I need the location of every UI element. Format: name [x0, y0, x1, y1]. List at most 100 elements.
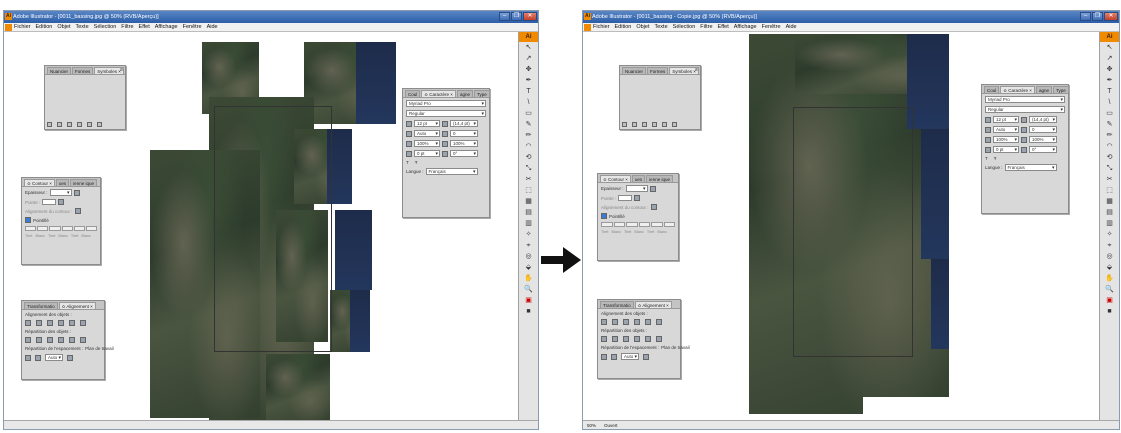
menu-edition[interactable]: Edition: [615, 24, 632, 30]
hand-tool-icon[interactable]: ✋: [523, 274, 535, 283]
distribute-hcenter-icon[interactable]: [69, 337, 75, 343]
font-size-field[interactable]: 12 pt: [993, 116, 1019, 123]
vertical-scale-field[interactable]: 100%: [993, 136, 1019, 143]
symbol-library-icon[interactable]: [622, 122, 627, 127]
dashed-checkbox[interactable]: [25, 217, 31, 223]
panel-menu-icon[interactable]: ≡: [120, 67, 123, 73]
align-stroke-icon[interactable]: [74, 208, 81, 214]
free-transform-tool-icon[interactable]: ⬚: [523, 186, 535, 195]
free-transform-tool-icon[interactable]: ⬚: [1104, 186, 1116, 195]
align-top-icon[interactable]: [58, 320, 64, 326]
align-stroke-icon[interactable]: [650, 204, 657, 210]
tab-paragraphe[interactable]: agne: [1035, 86, 1052, 93]
distribute-bottom-icon[interactable]: [47, 337, 53, 343]
mesh-tool-icon[interactable]: ▤: [1104, 208, 1116, 217]
graph-tool-icon[interactable]: ▦: [523, 197, 535, 206]
kerning-field[interactable]: Auto: [993, 126, 1019, 133]
menu-objet[interactable]: Objet: [57, 24, 70, 30]
fill-stroke-icon[interactable]: ▣: [523, 296, 535, 305]
baseline-field[interactable]: 0 pt: [993, 146, 1019, 153]
tracking-field[interactable]: 0: [1029, 126, 1057, 133]
pencil-tool-icon[interactable]: ✏: [523, 131, 535, 140]
distribute-bottom-icon[interactable]: [623, 336, 629, 342]
rectangle-tool-icon[interactable]: ▭: [1104, 109, 1116, 118]
graph-tool-icon[interactable]: ▦: [1104, 197, 1116, 206]
tab-alignement[interactable]: ≎ Alignement ×: [58, 302, 96, 309]
restore-button[interactable]: ❐: [1092, 12, 1103, 21]
tab-degrade[interactable]: ues: [55, 179, 70, 186]
gap-field[interactable]: [663, 222, 675, 227]
selection-tool-icon[interactable]: ↖: [523, 43, 535, 52]
language-dropdown[interactable]: Français: [425, 168, 478, 175]
underline-icon[interactable]: T: [985, 156, 988, 161]
leading-field[interactable]: (14,4 pt): [1029, 116, 1057, 123]
brush-tool-icon[interactable]: ✎: [1104, 120, 1116, 129]
tracking-field[interactable]: 0: [450, 130, 478, 137]
align-right-icon[interactable]: [47, 320, 53, 326]
cap-icon[interactable]: [73, 189, 80, 196]
minimize-button[interactable]: –: [1080, 12, 1091, 21]
pen-tool-icon[interactable]: ✒: [1104, 76, 1116, 85]
tab-contour[interactable]: ≎ Contour ×: [600, 175, 631, 182]
tab-couleur[interactable]: Coul: [984, 86, 1000, 93]
blend-tool-icon[interactable]: ◎: [523, 252, 535, 261]
scale-tool-icon[interactable]: ⤡: [523, 164, 535, 173]
type-tool-icon[interactable]: T: [523, 87, 535, 96]
eyedropper-tool-icon[interactable]: ⌖: [523, 241, 535, 250]
magic-wand-tool-icon[interactable]: ✥: [1104, 65, 1116, 74]
align-vcenter-icon[interactable]: [69, 320, 75, 326]
rotate-tool-icon[interactable]: ⟲: [523, 153, 535, 162]
selection-tool-icon[interactable]: ↖: [1104, 43, 1116, 52]
tab-paragraphe[interactable]: agne: [456, 90, 473, 97]
rotate-tool-icon[interactable]: ⟲: [1104, 153, 1116, 162]
break-link-icon[interactable]: [67, 122, 72, 127]
new-symbol-icon[interactable]: [87, 122, 92, 127]
tab-couleur[interactable]: Coul: [405, 90, 421, 97]
align-to-icon[interactable]: [643, 353, 649, 360]
scissors-tool-icon[interactable]: ✂: [523, 175, 535, 184]
blob-brush-tool-icon[interactable]: ◠: [1104, 142, 1116, 151]
distribute-right-icon[interactable]: [80, 337, 86, 343]
rotation-field[interactable]: 0°: [1029, 146, 1057, 153]
spacing-vertical-icon[interactable]: [601, 353, 607, 360]
app-menu-icon[interactable]: [584, 24, 591, 31]
menu-fenetre[interactable]: Fenêtre: [183, 24, 202, 30]
mesh-tool-icon[interactable]: ▤: [523, 208, 535, 217]
tab-caractere[interactable]: ≎ Caractère ×: [421, 90, 456, 97]
dash-field[interactable]: [651, 222, 663, 227]
tab-formes[interactable]: Formes: [647, 67, 669, 74]
tab-contour[interactable]: ≎ Contour ×: [24, 179, 55, 186]
language-dropdown[interactable]: Français: [1004, 164, 1057, 171]
horizontal-scale-field[interactable]: 100%: [1029, 136, 1057, 143]
close-button[interactable]: ✕: [1104, 12, 1118, 21]
tab-degrade[interactable]: ues: [631, 175, 646, 182]
brush-tool-icon[interactable]: ✎: [523, 120, 535, 129]
satellite-tile[interactable]: [266, 354, 330, 420]
tab-transparence[interactable]: ienne ique: [70, 179, 97, 186]
scale-tool-icon[interactable]: ⤡: [1104, 164, 1116, 173]
align-to-icon[interactable]: [67, 354, 73, 361]
line-tool-icon[interactable]: \: [523, 98, 535, 107]
vertical-scale-field[interactable]: 100%: [414, 140, 440, 147]
cap-icon[interactable]: [649, 185, 656, 192]
align-right-icon[interactable]: [623, 319, 629, 325]
pencil-tool-icon[interactable]: ✏: [1104, 131, 1116, 140]
hand-tool-icon[interactable]: ✋: [1104, 274, 1116, 283]
align-hcenter-icon[interactable]: [612, 319, 618, 325]
tab-transformation[interactable]: Transformatio: [24, 302, 58, 309]
weight-dropdown[interactable]: [49, 189, 72, 196]
align-left-icon[interactable]: [601, 319, 607, 325]
align-bottom-icon[interactable]: [80, 320, 86, 326]
miter-field[interactable]: [42, 199, 57, 205]
menu-effet[interactable]: Effet: [718, 24, 729, 30]
kerning-field[interactable]: Auto: [414, 130, 440, 137]
new-symbol-icon[interactable]: [662, 122, 667, 127]
direct-selection-tool-icon[interactable]: ↗: [523, 54, 535, 63]
tab-nuancier[interactable]: Nuancier: [622, 67, 647, 74]
spacing-horizontal-icon[interactable]: [611, 353, 617, 360]
tab-type[interactable]: Type: [1052, 86, 1069, 93]
menu-texte[interactable]: Texte: [76, 24, 89, 30]
align-hcenter-icon[interactable]: [36, 320, 42, 326]
gradient-tool-icon[interactable]: ▥: [523, 219, 535, 228]
spacing-dropdown[interactable]: Auto: [45, 354, 63, 361]
